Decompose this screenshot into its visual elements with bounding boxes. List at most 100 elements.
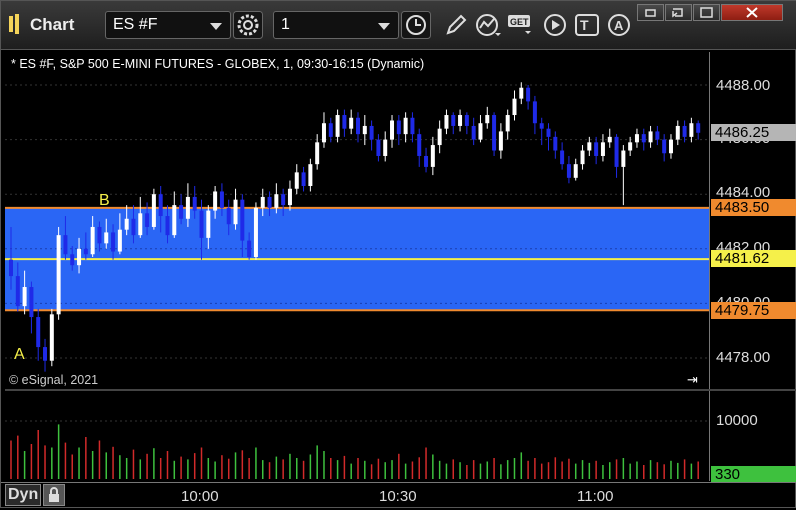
candle-body[interactable] <box>90 226 95 255</box>
candle-body[interactable] <box>485 115 490 124</box>
candle-body[interactable] <box>356 117 360 135</box>
text-icon[interactable]: T <box>573 11 603 39</box>
candle-body[interactable] <box>301 172 306 187</box>
candle-body[interactable] <box>111 232 116 252</box>
volume-axis[interactable]: 10000 330 <box>709 391 796 483</box>
candle-body[interactable] <box>573 164 578 178</box>
candle-body[interactable] <box>390 120 395 140</box>
dynamic-mode-button[interactable]: Dyn <box>5 484 41 506</box>
candle-body[interactable] <box>614 136 619 167</box>
study-icon[interactable] <box>473 11 503 39</box>
candle-body[interactable] <box>682 125 687 137</box>
candle-body[interactable] <box>580 150 585 165</box>
candle-body[interactable] <box>424 155 429 167</box>
candle-body[interactable] <box>594 142 599 156</box>
candle-body[interactable] <box>226 207 231 225</box>
annotation-a[interactable]: A <box>14 346 25 363</box>
candle-body[interactable] <box>621 150 626 167</box>
candle-body[interactable] <box>417 134 422 156</box>
candle-body[interactable] <box>634 134 639 143</box>
candle-body[interactable] <box>430 145 435 167</box>
candle-body[interactable] <box>151 194 156 227</box>
candle-body[interactable] <box>471 125 476 140</box>
candle-body[interactable] <box>403 117 408 135</box>
candle-body[interactable] <box>512 98 517 116</box>
candle-body[interactable] <box>192 196 197 211</box>
candle-body[interactable] <box>281 194 286 206</box>
candle-body[interactable] <box>199 210 204 238</box>
candle-body[interactable] <box>464 115 469 126</box>
candle-body[interactable] <box>185 196 190 219</box>
candle-body[interactable] <box>600 142 605 156</box>
candle-body[interactable] <box>97 226 102 244</box>
candle-body[interactable] <box>410 117 415 135</box>
candle-body[interactable] <box>641 134 646 143</box>
candle-body[interactable] <box>498 131 503 151</box>
candle-body[interactable] <box>104 232 109 244</box>
candle-body[interactable] <box>546 128 551 137</box>
candle-body[interactable] <box>240 199 245 241</box>
candle-body[interactable] <box>172 205 177 236</box>
candle-body[interactable] <box>342 115 347 129</box>
interval-select[interactable]: 1 <box>273 11 399 39</box>
candle-body[interactable] <box>376 139 381 156</box>
settings-icon[interactable] <box>233 11 263 39</box>
candle-body[interactable] <box>362 125 367 135</box>
candle-body[interactable] <box>689 123 694 137</box>
candle-body[interactable] <box>29 287 34 318</box>
candle-body[interactable] <box>696 123 701 133</box>
restore-icon[interactable] <box>637 4 664 21</box>
candle-body[interactable] <box>328 123 333 137</box>
candle-body[interactable] <box>247 240 252 257</box>
candle-body[interactable] <box>43 347 48 361</box>
candle-body[interactable] <box>145 213 150 227</box>
candle-body[interactable] <box>308 164 313 187</box>
candle-body[interactable] <box>560 150 565 165</box>
close-icon[interactable] <box>721 4 783 21</box>
clock-icon[interactable] <box>401 11 431 39</box>
candle-body[interactable] <box>131 218 136 236</box>
candle-body[interactable] <box>15 276 20 307</box>
candle-body[interactable] <box>124 218 129 230</box>
candle-body[interactable] <box>539 123 544 129</box>
candle-body[interactable] <box>648 131 653 143</box>
candle-body[interactable] <box>56 235 61 315</box>
candle-body[interactable] <box>526 87 531 102</box>
lock-icon[interactable] <box>43 484 65 506</box>
candle-body[interactable] <box>458 115 463 126</box>
annotation-b[interactable]: B <box>99 192 110 209</box>
symbol-select[interactable]: ES #F <box>105 11 231 39</box>
candle-body[interactable] <box>668 139 673 154</box>
candle-body[interactable] <box>158 194 163 217</box>
candle-body[interactable] <box>607 136 612 143</box>
maximize-icon[interactable] <box>693 4 720 21</box>
candle-body[interactable] <box>49 314 54 361</box>
candle-body[interactable] <box>294 172 299 189</box>
candle-body[interactable] <box>335 115 340 137</box>
candle-body[interactable] <box>587 142 592 151</box>
candle-body[interactable] <box>77 248 82 266</box>
candle-body[interactable] <box>349 117 354 129</box>
candle-body[interactable] <box>321 123 326 143</box>
candle-body[interactable] <box>253 207 258 257</box>
candle-body[interactable] <box>532 101 537 124</box>
candle-body[interactable] <box>369 125 374 140</box>
candle-body[interactable] <box>274 194 279 208</box>
candle-body[interactable] <box>492 115 497 151</box>
play-icon[interactable] <box>541 11 571 39</box>
candle-body[interactable] <box>267 196 272 208</box>
candle-body[interactable] <box>655 131 660 140</box>
candle-body[interactable] <box>165 216 170 236</box>
candle-body[interactable] <box>675 125 680 140</box>
candle-body[interactable] <box>22 287 27 307</box>
candle-body[interactable] <box>478 123 483 140</box>
candle-body[interactable] <box>519 87 524 99</box>
candle-body[interactable] <box>396 120 401 135</box>
pen-icon[interactable] <box>441 11 471 39</box>
candle-body[interactable] <box>213 191 218 211</box>
candle-body[interactable] <box>553 136 558 151</box>
price-chart[interactable]: AB <box>5 52 709 389</box>
candle-body[interactable] <box>437 128 442 146</box>
candle-body[interactable] <box>70 254 75 266</box>
candle-body[interactable] <box>233 199 238 225</box>
